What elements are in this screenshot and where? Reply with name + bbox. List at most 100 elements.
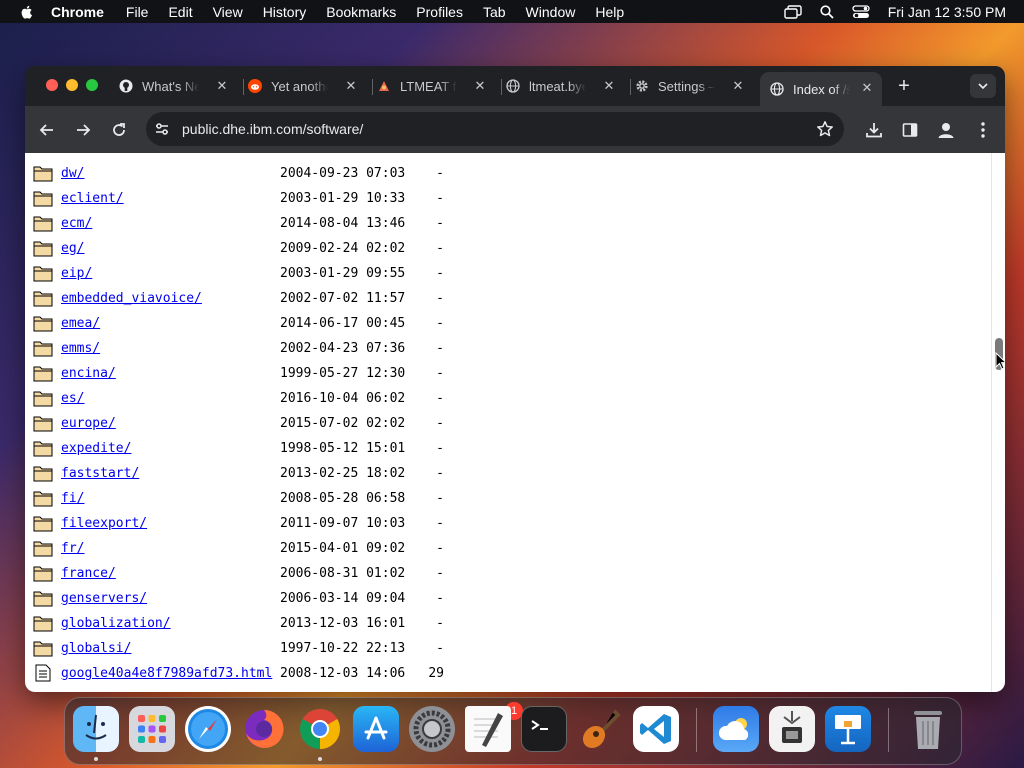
dock-weather[interactable]	[713, 706, 759, 752]
reddit-icon	[248, 79, 262, 93]
listing-date: 2015-07-02 02:02	[280, 416, 406, 431]
screen-mirroring-icon[interactable]	[784, 4, 802, 19]
folder-icon	[33, 441, 53, 457]
listing-link[interactable]: emea/	[61, 316, 100, 331]
dock-app-store[interactable]	[353, 706, 399, 752]
listing-link[interactable]: faststart/	[61, 466, 139, 481]
close-tab-icon[interactable]: ✕	[602, 78, 616, 94]
bookmark-star-icon[interactable]	[816, 120, 834, 138]
menu-file[interactable]: File	[126, 4, 149, 20]
menubar-clock[interactable]: Fri Jan 12 3:50 PM	[888, 4, 1006, 20]
listing-size: -	[436, 266, 444, 281]
listing-date: 2006-03-14 09:04	[280, 591, 406, 606]
close-tab-icon[interactable]: ✕	[344, 78, 358, 94]
side-panel-button[interactable]	[900, 120, 920, 140]
listing-size: -	[436, 166, 444, 181]
menu-app-name[interactable]: Chrome	[51, 4, 104, 20]
listing-link[interactable]: expedite/	[61, 441, 131, 456]
apple-icon[interactable]	[19, 4, 35, 20]
site-info-icon[interactable]	[154, 121, 170, 137]
url-text[interactable]: public.dhe.ibm.com/software/	[182, 121, 363, 137]
address-bar[interactable]: public.dhe.ibm.com/software/	[146, 112, 844, 146]
folder-icon	[33, 366, 53, 382]
listing-link[interactable]: eclient/	[61, 191, 124, 206]
menu-bookmarks[interactable]: Bookmarks	[326, 4, 396, 20]
tab-ltmeat-bye[interactable]: ltmeat.bye ✕	[506, 72, 624, 100]
gear-icon	[635, 79, 649, 93]
listing-link[interactable]: fi/	[61, 491, 84, 506]
back-button[interactable]	[37, 120, 57, 140]
browser-window: What's New ✕ Yet another ✕ LTMEAT fo ✕ l…	[25, 66, 1005, 692]
listing-link[interactable]: eip/	[61, 266, 92, 281]
listing-size: -	[436, 516, 444, 531]
menu-window[interactable]: Window	[526, 4, 576, 20]
tab-settings[interactable]: Settings – ✕	[635, 72, 753, 100]
listing-link[interactable]: embedded_viavoice/	[61, 291, 202, 306]
listing-size: -	[436, 641, 444, 656]
dock-safari[interactable]	[185, 706, 231, 752]
menu-profiles[interactable]: Profiles	[416, 4, 463, 20]
dock-launchpad[interactable]	[129, 706, 175, 752]
listing-link[interactable]: dw/	[61, 166, 84, 181]
control-center-icon[interactable]	[852, 4, 870, 19]
forward-button[interactable]	[73, 120, 93, 140]
tab-ltmeat[interactable]: LTMEAT fo ✕	[377, 72, 495, 100]
listing-link[interactable]: encina/	[61, 366, 116, 381]
listing-date: 2013-12-03 16:01	[280, 616, 406, 631]
spotlight-search-icon[interactable]	[820, 4, 834, 19]
listing-link[interactable]: google40a4e8f7989afd73.html	[61, 666, 272, 681]
minimize-window-button[interactable]	[66, 79, 78, 91]
listing-link[interactable]: genservers/	[61, 591, 147, 606]
reload-button[interactable]	[109, 120, 129, 140]
menu-tab[interactable]: Tab	[483, 4, 506, 20]
tab-separator	[630, 79, 631, 95]
listing-link[interactable]: globalization/	[61, 616, 171, 631]
profile-button[interactable]	[936, 120, 956, 140]
listing-link[interactable]: emms/	[61, 341, 100, 356]
dock-trash[interactable]	[905, 706, 951, 752]
close-tab-icon[interactable]: ✕	[215, 78, 229, 94]
menu-help[interactable]: Help	[595, 4, 624, 20]
listing-date: 2013-02-25 18:02	[280, 466, 406, 481]
dock-separator	[888, 708, 889, 752]
dock-keynote[interactable]	[825, 706, 871, 752]
listing-link[interactable]: fileexport/	[61, 516, 147, 531]
folder-icon	[33, 591, 53, 607]
dock-system-settings[interactable]	[409, 706, 455, 752]
close-window-button[interactable]	[46, 79, 58, 91]
dock-finder[interactable]	[73, 706, 119, 752]
listing-size: -	[436, 566, 444, 581]
dock-terminal[interactable]	[521, 706, 567, 752]
close-tab-icon[interactable]: ✕	[860, 80, 874, 96]
listing-link[interactable]: france/	[61, 566, 116, 581]
folder-icon	[33, 466, 53, 482]
new-tab-button[interactable]: +	[894, 75, 914, 98]
close-tab-icon[interactable]: ✕	[473, 78, 487, 94]
listing-link[interactable]: globalsi/	[61, 641, 131, 656]
listing-link[interactable]: eg/	[61, 241, 84, 256]
tab-index-of-software[interactable]: Index of /s ✕	[760, 72, 882, 106]
zoom-window-button[interactable]	[86, 79, 98, 91]
menu-history[interactable]: History	[263, 4, 307, 20]
tab-whats-new[interactable]: What's New ✕	[119, 72, 237, 100]
dock-system-information[interactable]	[769, 706, 815, 752]
dock-garageband[interactable]	[577, 706, 623, 752]
menu-view[interactable]: View	[213, 4, 243, 20]
listing-link[interactable]: fr/	[61, 541, 84, 556]
dock-chrome[interactable]	[297, 706, 343, 752]
listing-link[interactable]: ecm/	[61, 216, 92, 231]
dock-textedit[interactable]	[465, 706, 511, 752]
listing-size: -	[436, 541, 444, 556]
downloads-button[interactable]	[864, 120, 884, 140]
listing-link[interactable]: es/	[61, 391, 84, 406]
dock-vscode[interactable]	[633, 706, 679, 752]
menu-edit[interactable]: Edit	[168, 4, 192, 20]
listing-link[interactable]: europe/	[61, 416, 116, 431]
chrome-menu-button[interactable]	[973, 120, 993, 140]
side-panel-icon	[902, 123, 918, 137]
tab-yet-another[interactable]: Yet another ✕	[248, 72, 366, 100]
close-tab-icon[interactable]: ✕	[731, 78, 745, 94]
vertical-scrollbar[interactable]	[991, 153, 1005, 692]
dock-firefox[interactable]	[241, 706, 287, 752]
tab-search-button[interactable]	[970, 74, 996, 98]
